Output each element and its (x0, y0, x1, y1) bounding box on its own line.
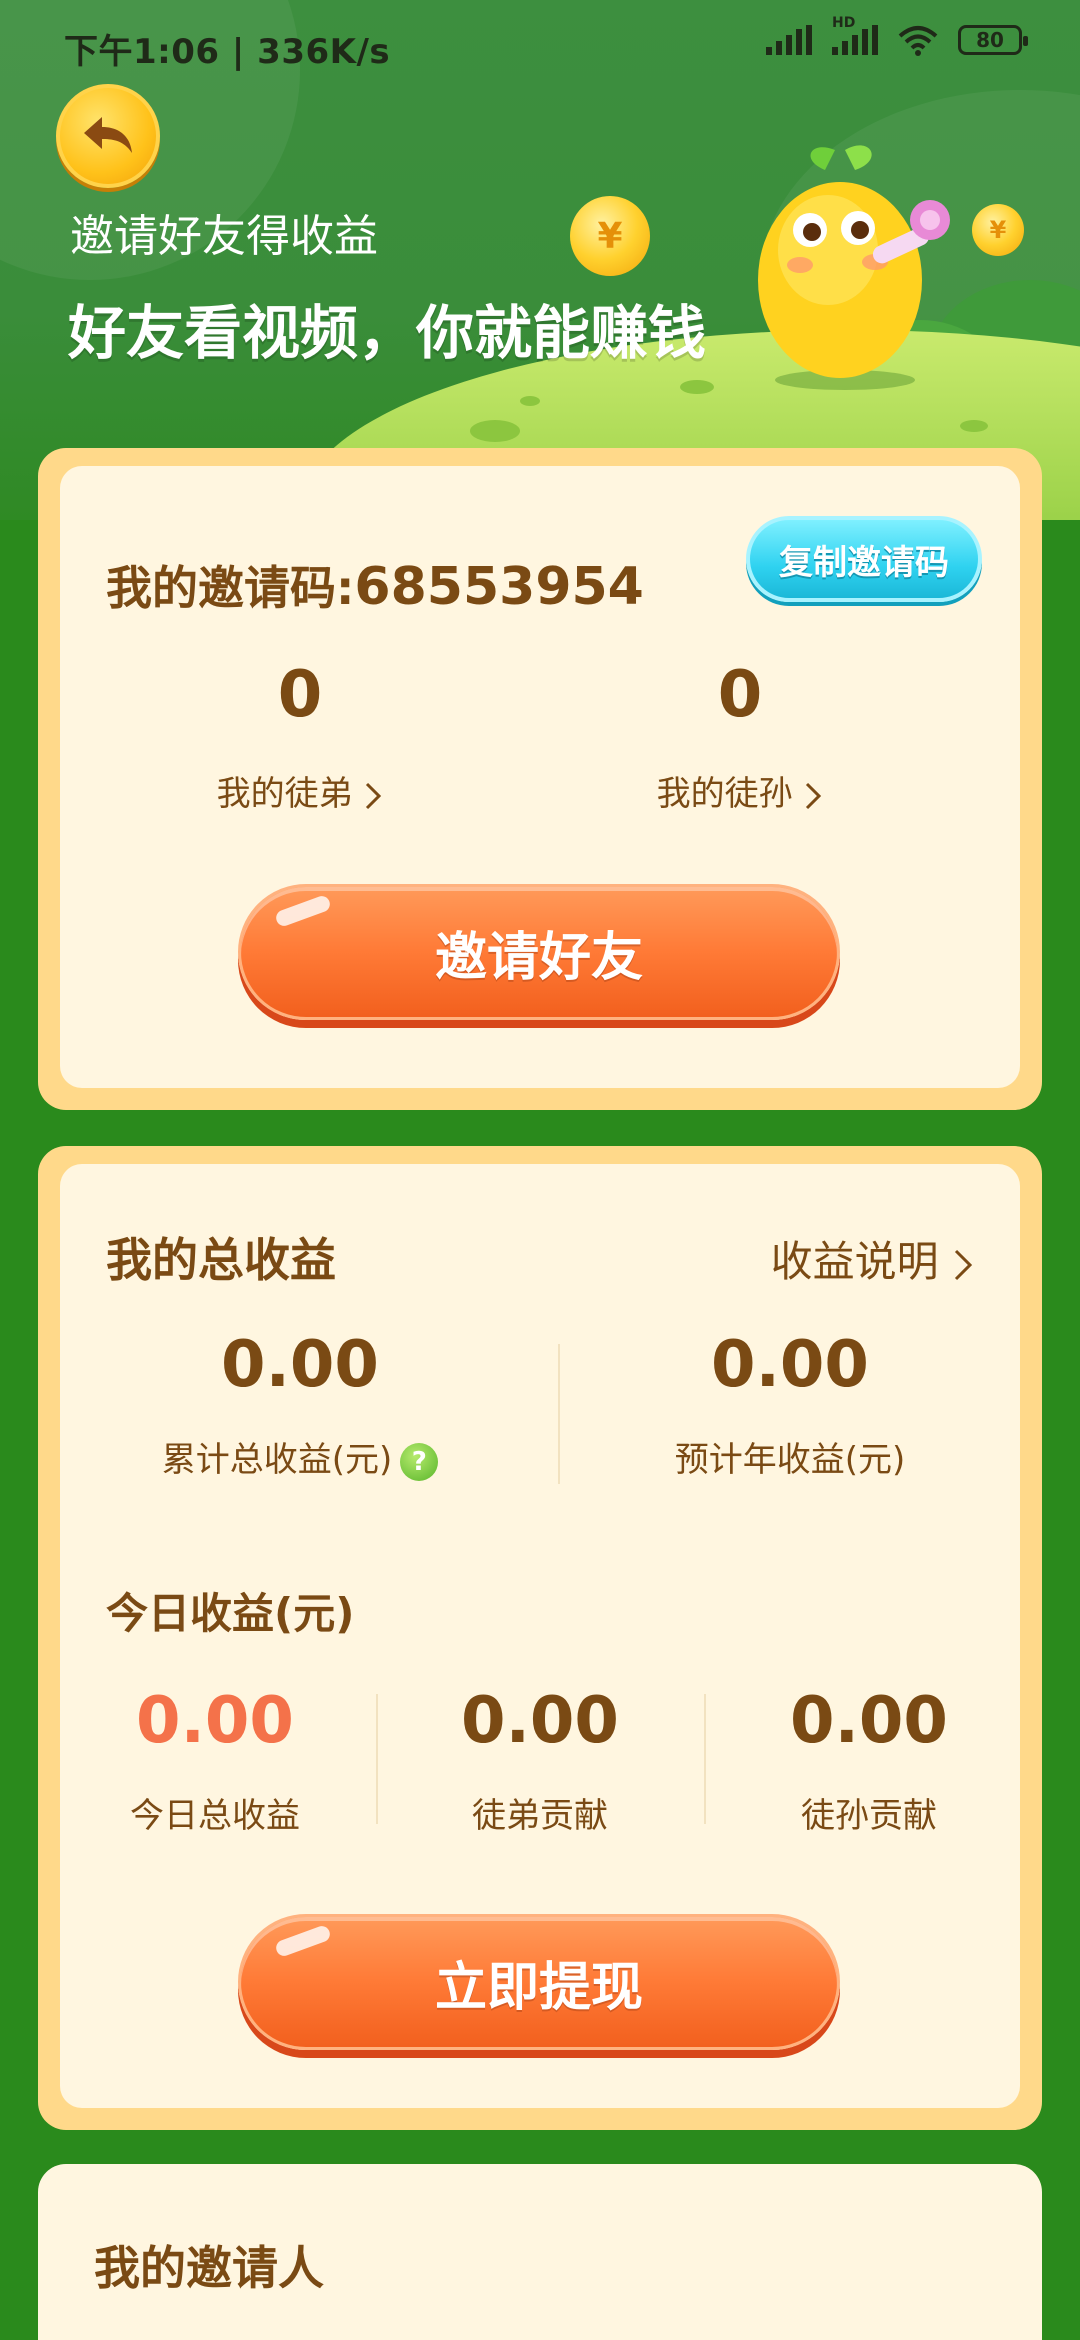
total-income-caption: 累计总收益(元)? (90, 1432, 510, 1481)
inviter-title: 我的邀请人 (94, 2241, 324, 2295)
chevron-right-icon (366, 782, 382, 809)
coin-icon: ¥ (972, 204, 1024, 256)
income-explain-link[interactable]: 收益说明 (771, 1228, 974, 1289)
invite-code-value: 68553954 (354, 557, 644, 617)
yearly-income-value: 0.00 (711, 1328, 869, 1402)
grand-disciples-count: 0 (717, 658, 763, 732)
battery-icon: 80 (958, 25, 1028, 55)
inviter-card: 我的邀请人 (38, 2164, 1042, 2340)
divider (376, 1694, 378, 1824)
income-explain-label: 收益说明 (770, 1237, 939, 1286)
grand-disciples-label: 我的徒孙 (656, 774, 793, 814)
mascot-icon (758, 145, 950, 390)
status-time: 下午1:06 | 336K/s (64, 32, 391, 72)
signal-icon: HD (832, 15, 878, 55)
grand-contribution-label: 徒孙贡献 (801, 1796, 937, 1836)
back-arrow-icon (84, 117, 132, 153)
withdraw-button[interactable]: 立即提现 (238, 1914, 840, 2050)
disciples-link[interactable]: 我的徒弟 (150, 766, 450, 815)
total-income-value: 0.00 (221, 1328, 379, 1402)
today-income-title: 今日收益(元) (106, 1589, 355, 1638)
income-card: 我的总收益 收益说明 0.00 累计总收益(元)? 0.00 预计年收益(元) … (38, 1146, 1042, 2130)
hero-subtitle: 邀请好友得收益 (70, 211, 378, 262)
invite-code: 我的邀请码:68553954 (106, 552, 644, 618)
grand-disciples-link[interactable]: 我的徒孙 (590, 766, 890, 815)
grand-contribution-value: 0.00 (790, 1684, 948, 1758)
wifi-icon (898, 26, 938, 56)
income-title: 我的总收益 (106, 1233, 336, 1287)
chevron-right-icon (806, 782, 822, 809)
divider (558, 1344, 560, 1484)
back-button[interactable] (56, 84, 160, 188)
disciple-contribution-value: 0.00 (461, 1684, 619, 1758)
copy-invite-code-button[interactable]: 复制邀请码 (746, 516, 982, 602)
chevron-right-icon (954, 1249, 973, 1280)
help-icon[interactable]: ? (400, 1442, 439, 1481)
disciple-contribution-label: 徒弟贡献 (472, 1796, 608, 1836)
yearly-income-label: 预计年收益(元) (674, 1440, 906, 1480)
invite-card: 我的邀请码:68553954 复制邀请码 0 我的徒弟 0 我的徒孙 邀请好友 (38, 448, 1042, 1110)
coin-icon: ¥ (570, 196, 650, 276)
invite-code-label: 我的邀请码: (106, 561, 355, 615)
status-bar: 下午1:06 | 336K/s HD 80 (0, 0, 1080, 90)
divider (704, 1694, 706, 1824)
total-income-label: 累计总收益(元) (161, 1440, 393, 1480)
signal-icon (766, 25, 812, 55)
today-total-value: 0.00 (136, 1684, 294, 1758)
withdraw-label: 立即提现 (434, 1957, 643, 2018)
hero-title: 好友看视频，你就能赚钱 (68, 299, 707, 367)
today-total-label: 今日总收益 (130, 1796, 300, 1836)
invite-friends-label: 邀请好友 (434, 927, 643, 988)
invite-friends-button[interactable]: 邀请好友 (238, 884, 840, 1020)
disciples-count: 0 (277, 658, 323, 732)
disciples-label: 我的徒弟 (216, 774, 353, 814)
